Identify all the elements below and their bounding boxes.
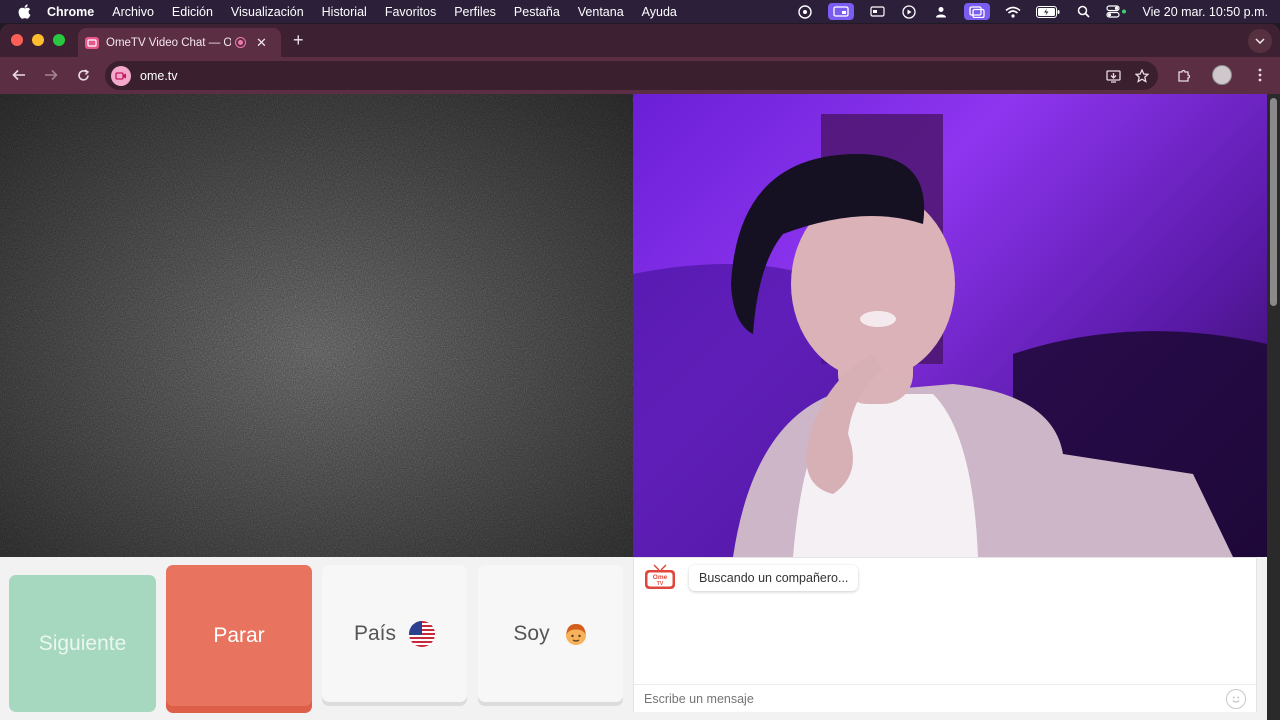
browser-toolbar: ome.tv bbox=[0, 57, 1280, 94]
menu-edicion[interactable]: Edición bbox=[172, 5, 213, 19]
omnibox-actions bbox=[1092, 68, 1150, 84]
install-app-icon[interactable] bbox=[1105, 68, 1121, 84]
menu-archivo[interactable]: Archivo bbox=[112, 5, 154, 19]
country-button-label: País bbox=[353, 621, 397, 645]
page-scrollbar[interactable] bbox=[1267, 94, 1280, 720]
menu-ventana[interactable]: Ventana bbox=[578, 5, 624, 19]
profile-avatar[interactable] bbox=[1210, 63, 1234, 87]
forward-arrow-icon[interactable] bbox=[43, 67, 59, 83]
next-button-label: Siguiente bbox=[38, 631, 127, 655]
chat-panel: Ome TV Buscando un compañero... bbox=[633, 557, 1257, 712]
browser-window: OmeTV Video Chat — Omegle ✕ + ome.tv bbox=[0, 24, 1280, 720]
country-button[interactable]: País bbox=[322, 565, 467, 702]
stop-button[interactable]: Parar bbox=[166, 565, 312, 706]
svg-text:Ome: Ome bbox=[653, 574, 668, 581]
window-icon[interactable] bbox=[868, 5, 886, 19]
new-tab-button[interactable]: + bbox=[293, 30, 304, 51]
extensions-puzzle-icon[interactable] bbox=[1172, 63, 1196, 87]
minimize-window-button[interactable] bbox=[32, 34, 44, 46]
boy-emoji-icon bbox=[564, 622, 588, 646]
screen-mirror-icon[interactable] bbox=[964, 3, 991, 20]
tab-strip: OmeTV Video Chat — Omegle ✕ + bbox=[0, 24, 1280, 57]
menu-ayuda[interactable]: Ayuda bbox=[642, 5, 677, 19]
close-window-button[interactable] bbox=[11, 34, 23, 46]
menu-clock[interactable]: Vie 20 mar. 10:50 p.m. bbox=[1142, 5, 1268, 19]
macos-menu-bar: Chrome Archivo Edición Visualización His… bbox=[0, 0, 1280, 23]
bookmark-star-icon[interactable] bbox=[1134, 68, 1150, 84]
tab-close-icon[interactable]: ✕ bbox=[256, 35, 267, 51]
tab-search-button[interactable] bbox=[1248, 29, 1272, 53]
tab-title: OmeTV Video Chat — Omegle bbox=[106, 36, 231, 49]
ometv-logo-icon: Ome TV bbox=[644, 564, 676, 590]
stranger-video bbox=[0, 94, 633, 557]
status-message: Buscando un compañero... bbox=[689, 565, 859, 591]
url-text: ome.tv bbox=[140, 68, 178, 83]
ometv-favicon-icon bbox=[85, 36, 99, 49]
control-center-icon[interactable] bbox=[1106, 5, 1128, 19]
recording-indicator-icon bbox=[235, 37, 246, 48]
menu-visualizacion[interactable]: Visualización bbox=[231, 5, 304, 19]
ometv-page: Siguiente Parar País Soy Ome TV Buscando… bbox=[0, 94, 1280, 720]
menu-app-chrome[interactable]: Chrome bbox=[47, 5, 94, 19]
status-area: Vie 20 mar. 10:50 p.m. bbox=[782, 0, 1268, 23]
spotlight-search-icon[interactable] bbox=[1074, 5, 1092, 19]
tab-ometv[interactable]: OmeTV Video Chat — Omegle ✕ bbox=[78, 28, 281, 57]
battery-icon[interactable] bbox=[1036, 5, 1060, 19]
us-flag-icon bbox=[409, 620, 436, 647]
scrollbar-thumb[interactable] bbox=[1270, 98, 1277, 306]
stop-button-label: Parar bbox=[213, 623, 265, 647]
reload-icon[interactable] bbox=[75, 67, 91, 83]
fullscreen-window-button[interactable] bbox=[53, 34, 65, 46]
address-bar[interactable]: ome.tv bbox=[105, 61, 1158, 90]
user-icon[interactable] bbox=[932, 5, 950, 19]
site-info-icon[interactable] bbox=[111, 65, 131, 86]
apple-icon[interactable] bbox=[17, 4, 31, 20]
message-input[interactable] bbox=[634, 684, 1256, 712]
more-menu-icon[interactable] bbox=[1248, 63, 1272, 87]
menu-historial[interactable]: Historial bbox=[322, 5, 367, 19]
creative-cloud-icon[interactable] bbox=[796, 4, 814, 19]
menu-pestana[interactable]: Pestaña bbox=[514, 5, 560, 19]
self-camera-video bbox=[633, 94, 1267, 557]
wifi-icon[interactable] bbox=[1004, 5, 1022, 19]
gender-button[interactable]: Soy bbox=[478, 565, 623, 702]
menu-favoritos[interactable]: Favoritos bbox=[385, 5, 436, 19]
next-button[interactable]: Siguiente bbox=[9, 575, 156, 712]
screen-record-icon[interactable] bbox=[828, 3, 855, 20]
emoji-smile-icon[interactable] bbox=[1226, 689, 1246, 709]
menu-perfiles[interactable]: Perfiles bbox=[454, 5, 496, 19]
toolbar-actions bbox=[1158, 63, 1272, 87]
svg-text:TV: TV bbox=[657, 581, 664, 587]
chat-controls: Siguiente Parar País Soy bbox=[0, 557, 633, 720]
play-icon[interactable] bbox=[900, 4, 918, 19]
gender-button-label: Soy bbox=[513, 621, 550, 645]
back-arrow-icon[interactable] bbox=[11, 67, 27, 83]
